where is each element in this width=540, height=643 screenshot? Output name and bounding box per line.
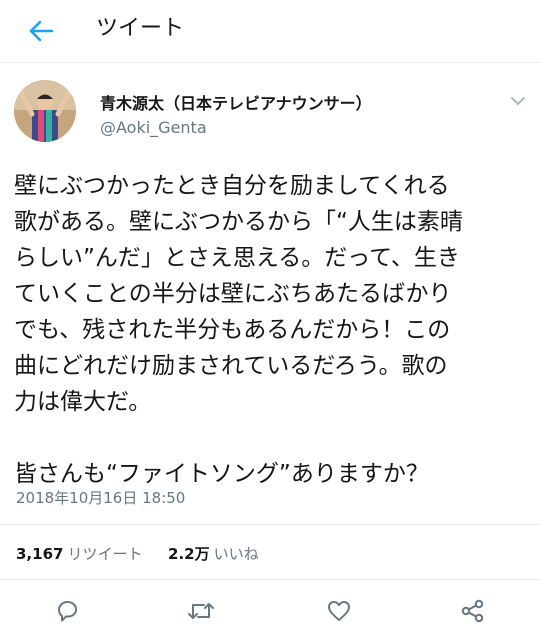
tweet-text-line: でも、残された半分もあるんだから！この (14, 317, 451, 343)
tweet-text-line: 力は偉大だ。 (14, 389, 152, 415)
tweet-timestamp[interactable]: 2018年10月16日 18:50 (16, 487, 185, 508)
arrow-left-icon (29, 20, 54, 42)
back-button[interactable] (24, 14, 58, 48)
retweets-count: 3,167 (16, 545, 64, 563)
tweet-text-line: 曲にどれだけ励まされているだろう。歌の (14, 353, 448, 379)
author-display-name[interactable]: 青木源太（日本テレビアナウンサー） (100, 90, 372, 114)
tweet-text-line: 歌がある。壁にぶつかるから「“人生は素晴 (14, 209, 463, 235)
avatar[interactable] (14, 80, 76, 142)
reply-icon (58, 601, 77, 622)
retweet-button[interactable] (186, 596, 216, 626)
share-button[interactable] (458, 596, 488, 626)
retweet-icon (188, 603, 214, 619)
tweet-text: 壁にぶつかったとき自分を励ましてくれる 歌がある。壁にぶつかるから「“人生は素晴… (14, 168, 530, 492)
like-button[interactable] (324, 596, 354, 626)
divider (0, 579, 540, 580)
reply-button[interactable] (52, 596, 82, 626)
tweet-text-line: らしい”んだ」とさえ思える。だって、生き (14, 245, 460, 271)
divider (0, 524, 540, 525)
likes-count: 2.2万 (168, 545, 210, 563)
chevron-down-icon (511, 97, 525, 105)
like-icon (328, 601, 350, 621)
tweet-text-line: 壁にぶつかったとき自分を励ましてくれる (14, 173, 450, 199)
tweet-actions (0, 596, 540, 630)
author-handle[interactable]: @Aoki_Genta (100, 118, 207, 137)
retweets-label: リツイート (67, 545, 143, 563)
likes-stat[interactable]: 2.2万 いいね (168, 545, 259, 563)
page-title: ツイート (96, 16, 185, 41)
retweets-stat[interactable]: 3,167 リツイート (16, 545, 147, 563)
tweet-text-line: ていくことの半分は壁にぶちあたるばかり (14, 281, 452, 307)
top-app-bar: ツイート (0, 0, 540, 63)
tweet-stats: 3,167 リツイート 2.2万 いいね (16, 543, 259, 564)
tweet-text-line (14, 420, 530, 456)
more-options-button[interactable] (508, 94, 528, 108)
likes-label: いいね (213, 545, 259, 563)
share-icon (461, 599, 484, 623)
